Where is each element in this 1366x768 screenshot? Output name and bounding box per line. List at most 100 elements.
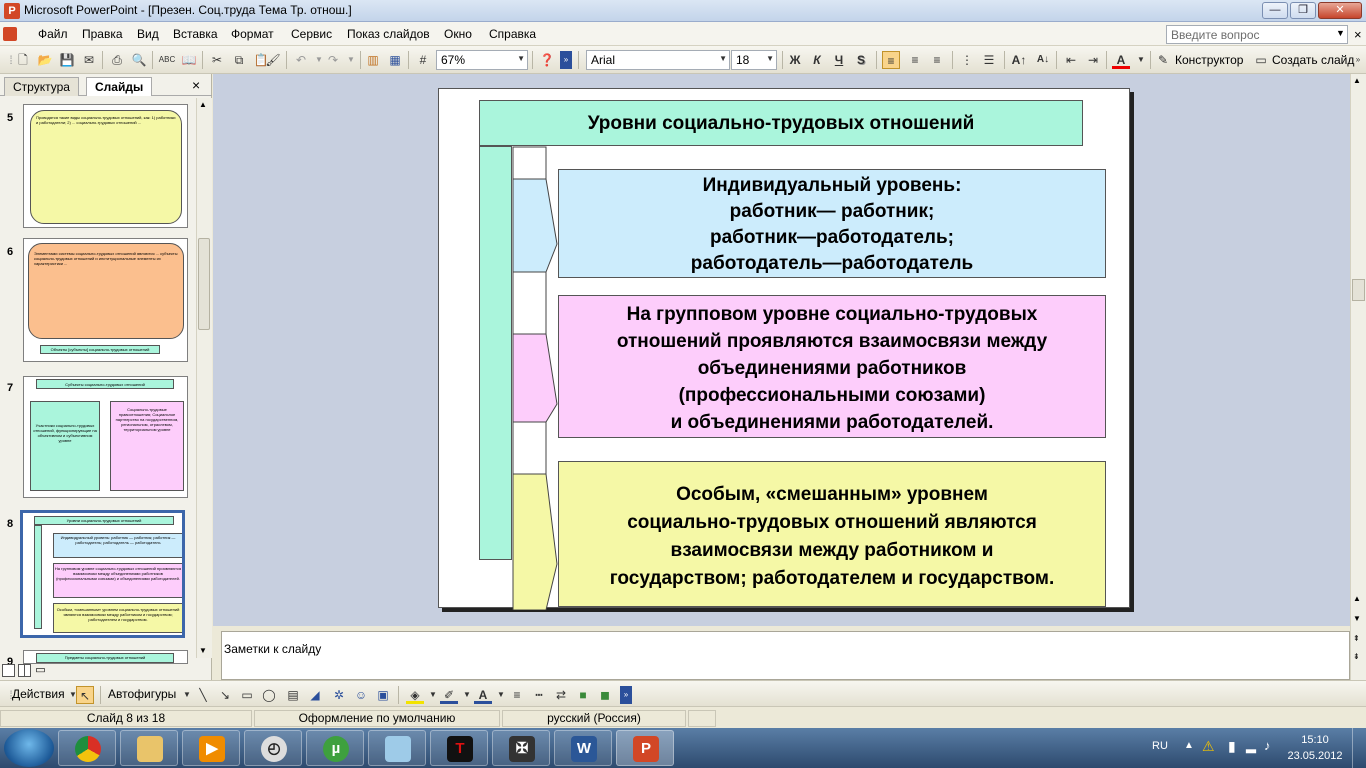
close-button[interactable]: ✕ [1318,2,1362,19]
menu-slideshow[interactable]: Показ слайдов [347,27,430,41]
status-design[interactable]: Оформление по умолчанию [254,710,500,727]
undo-icon[interactable]: ↶ [292,51,310,69]
minimize-button[interactable]: — [1262,2,1288,19]
menu-file[interactable]: Файл [38,27,68,41]
menu-help[interactable]: Справка [489,27,536,41]
menu-format[interactable]: Формат [231,27,274,41]
decrease-indent-icon[interactable]: ⇤ [1062,51,1080,69]
slideshow-icon[interactable]: ▭ [34,664,47,677]
taskbar-chrome[interactable] [58,730,116,766]
battery-icon[interactable]: ▮ [1228,738,1236,755]
next-slide-icon[interactable]: ⇟ [1353,652,1360,661]
cut-icon[interactable]: ✂ [208,51,226,69]
increase-indent-icon[interactable]: ⇥ [1084,51,1102,69]
arrow-icon[interactable]: ↘ [216,686,234,704]
redo-dropdown-icon[interactable]: ▼ [342,51,360,69]
main-scroll-thumb[interactable] [1352,279,1365,301]
dash-style-icon[interactable]: ┅ [530,686,548,704]
align-left-icon[interactable]: ≡ [882,51,900,69]
bold-button[interactable]: Ж [786,51,804,69]
toolbar-more-icon[interactable]: » [1352,51,1364,69]
numbering-icon[interactable]: ⋮ [958,51,976,69]
document-icon[interactable] [3,27,17,41]
slide-thumbnail-6[interactable]: Элементами системы социально-трудовых от… [23,238,188,362]
menu-view[interactable]: Вид [137,27,159,41]
show-desktop-button[interactable] [1352,728,1366,768]
warning-icon[interactable]: ⚠ [1202,738,1215,755]
taskbar-word[interactable]: W [554,730,612,766]
font-color-icon[interactable]: A [474,686,492,704]
designer-icon[interactable]: ✎ [1154,51,1172,69]
language-indicator[interactable]: RU [1152,740,1168,752]
rectangle-icon[interactable]: ▭ [238,686,256,704]
slide-sorter-icon[interactable] [18,664,31,677]
clock-time[interactable]: 15:10 [1290,734,1340,746]
notes-splitter[interactable] [213,626,1350,631]
font-name-select[interactable]: Arial ▼ [586,50,730,70]
powerpoint-icon[interactable]: P [4,3,20,19]
font-size-select[interactable]: 18 ▼ [731,50,777,70]
fill-color-icon[interactable]: ◈ [406,686,424,704]
scroll-down-icon[interactable]: ▼ [199,646,207,655]
align-right-icon[interactable]: ≡ [928,51,946,69]
clock-date[interactable]: 23.05.2012 [1282,750,1348,762]
notes-text[interactable]: Заметки к слайду [224,642,321,656]
font-color-dropdown-icon[interactable]: ▼ [1132,51,1150,69]
network-icon[interactable]: ▂ [1246,738,1256,754]
taskbar-media[interactable]: ▶ [182,730,240,766]
taskbar-game[interactable]: ✠ [492,730,550,766]
oval-icon[interactable]: ◯ [260,686,278,704]
table-icon[interactable]: ▦ [386,51,404,69]
slides-panel-scrollbar[interactable] [196,98,212,658]
print-icon[interactable]: ⎙ [108,51,126,69]
print-preview-icon[interactable]: 🔍 [130,51,148,69]
zoom-select[interactable]: 67% ▼ [436,50,528,70]
designer-button[interactable]: Конструктор [1175,53,1243,67]
new-slide-icon[interactable]: ▭ [1252,51,1270,69]
main-scrollbar[interactable]: ▲ ▲ ▼ ⇞ ⇟ [1350,74,1366,680]
menu-window[interactable]: Окно [444,27,472,41]
bullets-icon[interactable]: ☰ [980,51,998,69]
line-icon[interactable]: ╲ [194,686,212,704]
save-icon[interactable]: 💾 [58,51,76,69]
prev-slide-icon[interactable]: ⇞ [1353,634,1360,643]
permission-icon[interactable]: ✉ [80,51,98,69]
underline-button[interactable]: Ч [830,51,848,69]
toolbar-options-icon[interactable]: » [560,51,572,69]
select-pointer-icon[interactable]: ↖ [76,686,94,704]
arrow-style-icon[interactable]: ⇄ [552,686,570,704]
clipart-icon[interactable]: ☺ [352,686,370,704]
font-color-icon[interactable]: A [1112,51,1130,69]
taskbar-tesla[interactable]: T [430,730,488,766]
copy-icon[interactable]: ⧉ [230,51,248,69]
chevron-down-icon[interactable]: ▼ [1336,28,1345,38]
show-hidden-icons[interactable]: ▲ [1184,740,1194,751]
scroll-up-icon[interactable]: ▲ [1353,76,1361,85]
menu-edit[interactable]: Правка [82,27,123,41]
normal-view-icon[interactable] [2,664,15,677]
taskbar-utorrent[interactable]: µ [306,730,364,766]
3d-style-icon[interactable]: ◼ [596,686,614,704]
shadow-button[interactable]: S [852,51,870,69]
slide-thumbnail-8-selected[interactable]: Уровни социально-трудовых отношений Инди… [20,510,185,638]
menu-tools[interactable]: Сервис [291,27,332,41]
actions-menu[interactable]: Действия [12,687,65,701]
shadow-style-icon[interactable]: ■ [574,686,592,704]
new-slide-button[interactable]: Создать слайд [1272,53,1354,67]
chart-icon[interactable]: ▥ [364,51,382,69]
toolbar-options-icon[interactable]: » [620,686,632,704]
tab-outline[interactable]: Структура [4,77,79,96]
research-icon[interactable]: 📖 [180,51,198,69]
maximize-button[interactable]: ❐ [1290,2,1316,19]
align-center-icon[interactable]: ≡ [906,51,924,69]
scroll-up-icon[interactable]: ▲ [199,100,207,109]
redo-icon[interactable]: ↷ [324,51,342,69]
close-doc-icon[interactable]: × [1354,27,1362,42]
menu-insert[interactable]: Вставка [173,27,218,41]
volume-icon[interactable]: ♪ [1264,738,1271,753]
slides-panel-scroll-thumb[interactable] [198,238,210,330]
decrease-font-icon[interactable]: A↓ [1034,51,1052,69]
taskbar-clock[interactable]: ◴ [244,730,302,766]
open-icon[interactable]: 📂 [36,51,54,69]
help-icon[interactable]: ❓ [538,51,556,69]
